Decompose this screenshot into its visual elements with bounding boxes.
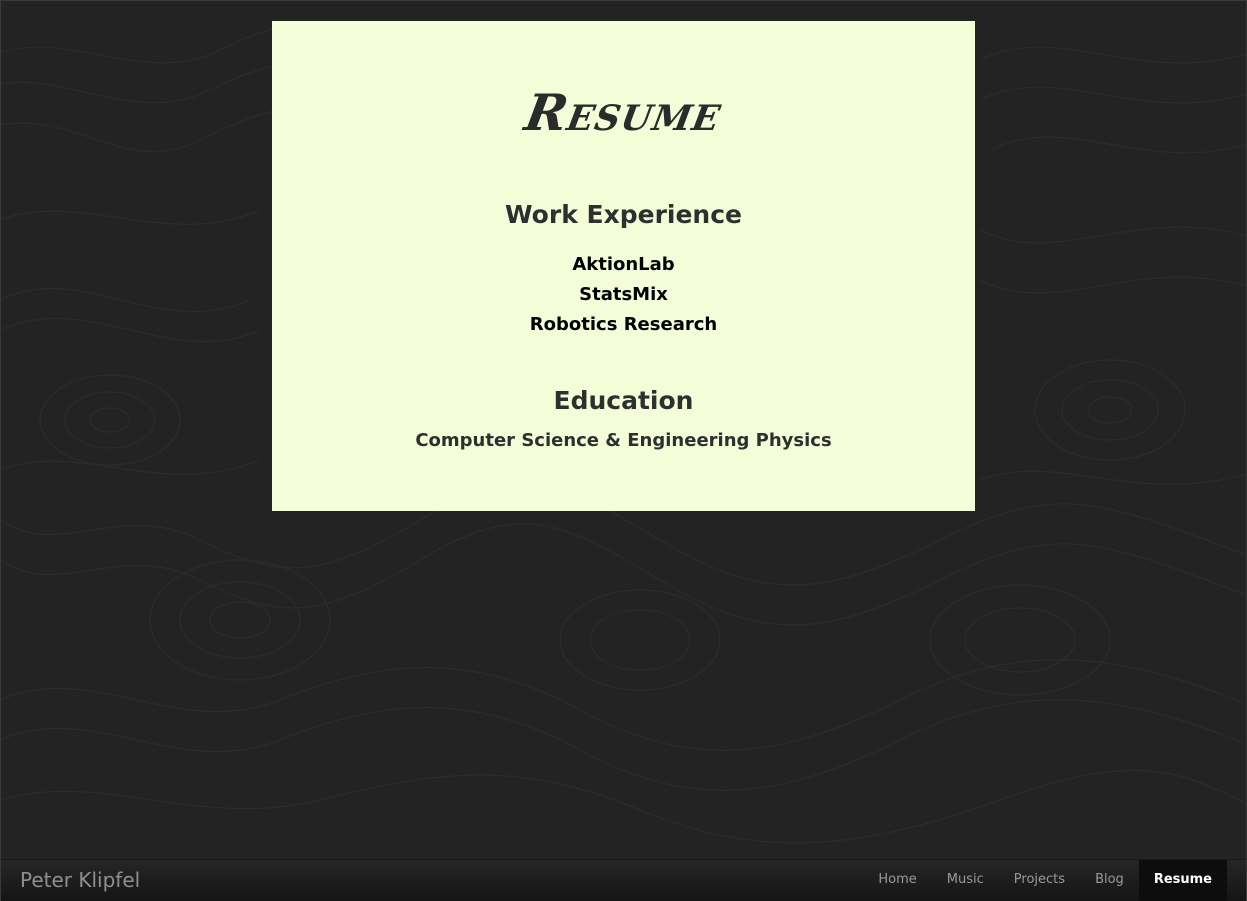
nav-home[interactable]: Home bbox=[863, 860, 931, 901]
work-item-robotics-research[interactable]: Robotics Research bbox=[272, 313, 975, 337]
work-item-statsmix[interactable]: StatsMix bbox=[272, 283, 975, 307]
footer-navbar: Peter Klipfel Home Music Projects Blog R… bbox=[1, 859, 1246, 901]
page-title: Resume bbox=[520, 83, 727, 142]
nav-projects[interactable]: Projects bbox=[999, 860, 1080, 901]
nav-blog[interactable]: Blog bbox=[1080, 860, 1139, 901]
brand-link[interactable]: Peter Klipfel bbox=[20, 867, 140, 893]
nav-menu: Home Music Projects Blog Resume bbox=[863, 860, 1227, 901]
work-experience-heading: Work Experience bbox=[505, 200, 742, 229]
nav-resume[interactable]: Resume bbox=[1138, 860, 1227, 901]
nav-music[interactable]: Music bbox=[932, 860, 999, 901]
resume-card: Resume Work Experience AktionLab StatsMi… bbox=[272, 21, 975, 511]
education-heading: Education bbox=[553, 386, 694, 415]
work-item-aktionlab[interactable]: AktionLab bbox=[272, 253, 975, 277]
education-item: Computer Science & Engineering Physics bbox=[415, 430, 832, 451]
